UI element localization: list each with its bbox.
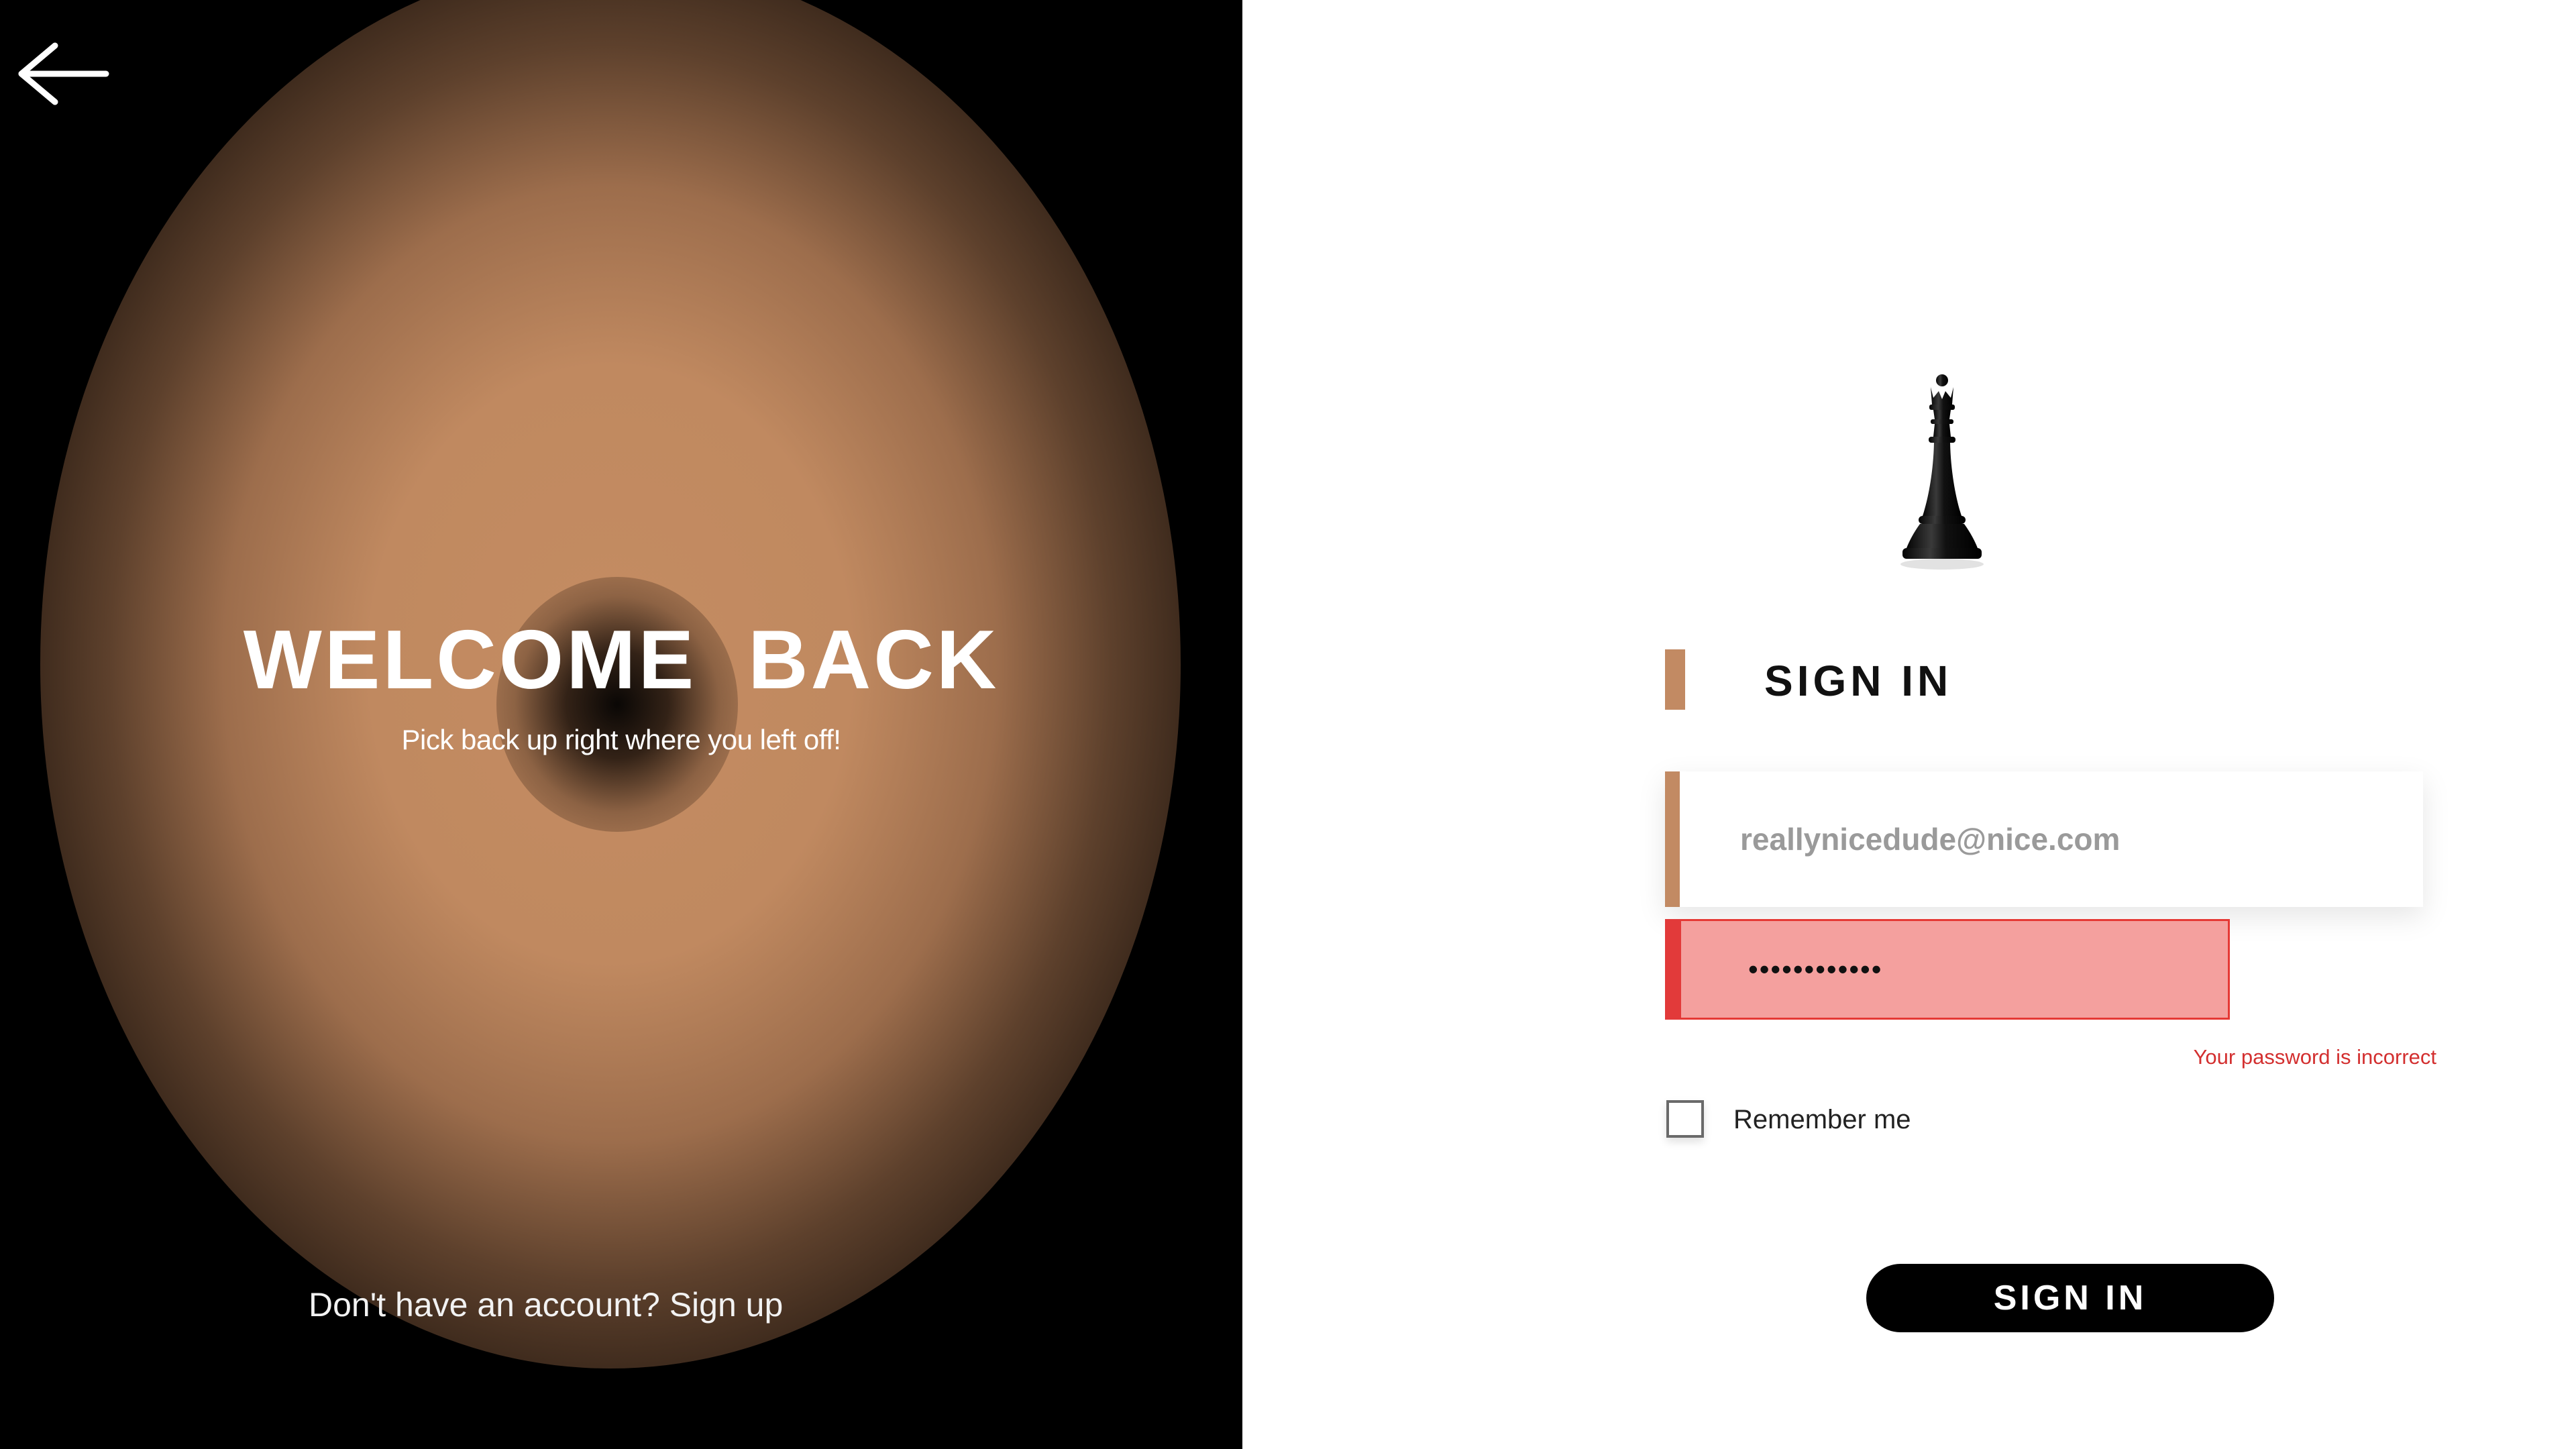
- remember-me-checkbox[interactable]: [1666, 1100, 1704, 1138]
- remember-me-label[interactable]: Remember me: [1733, 1104, 1911, 1135]
- chess-queen-icon: [1900, 374, 1984, 570]
- heading-accent-bar: [1665, 649, 1685, 710]
- email-accent-bar: [1665, 771, 1680, 907]
- sign-in-form-panel: SIGN IN Your password is incorrect Remem…: [1242, 0, 2576, 1449]
- back-button[interactable]: [13, 40, 114, 107]
- sign-up-link[interactable]: Don't have an account? Sign up: [309, 1288, 912, 1322]
- sign-in-page: WELCOME BACK Pick back up right where yo…: [0, 0, 2576, 1449]
- password-input[interactable]: [1681, 921, 2228, 1018]
- welcome-subtitle: Pick back up right where you left off!: [401, 724, 841, 755]
- welcome-panel: WELCOME BACK Pick back up right where yo…: [0, 0, 1242, 1449]
- password-error-message: Your password is incorrect: [2193, 1045, 2436, 1069]
- welcome-title: WELCOME BACK: [243, 614, 1000, 706]
- sign-in-button[interactable]: SIGN IN: [1866, 1264, 2274, 1332]
- password-field: [1665, 919, 2230, 1020]
- password-accent-bar: [1665, 919, 1681, 1020]
- arrow-left-icon: [18, 42, 109, 105]
- email-field: [1665, 771, 2423, 907]
- sign-in-heading: SIGN IN: [1764, 657, 1953, 705]
- email-input[interactable]: [1680, 771, 2423, 907]
